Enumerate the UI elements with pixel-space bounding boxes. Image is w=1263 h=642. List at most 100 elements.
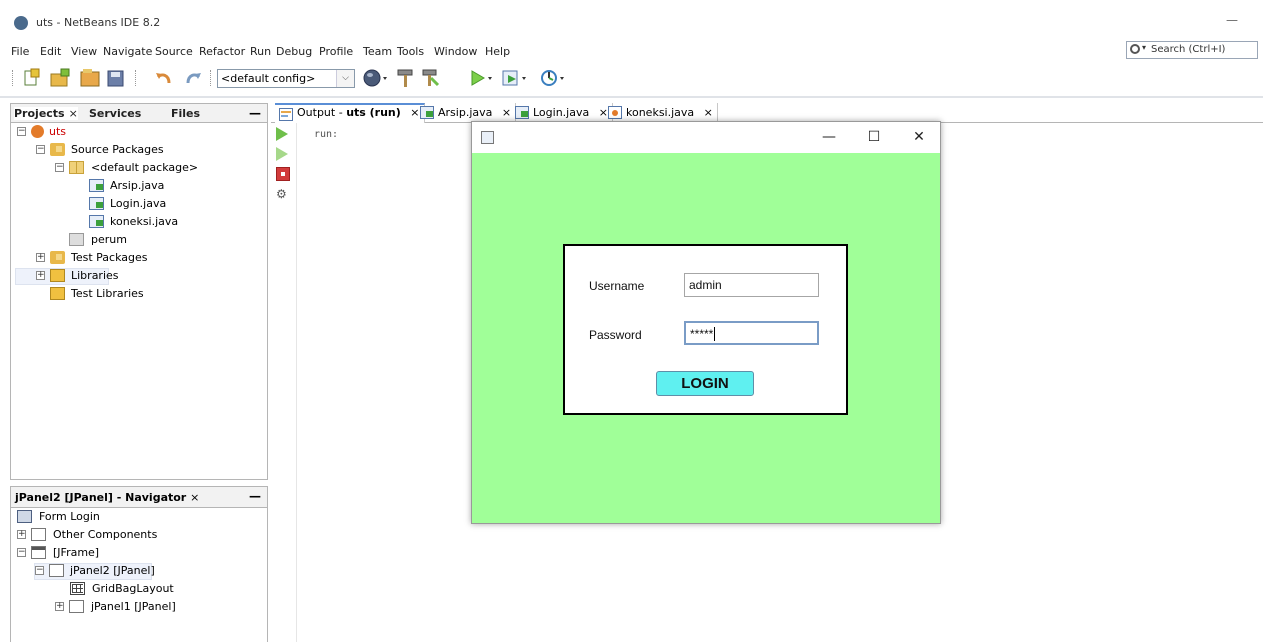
- collapse-icon[interactable]: −: [17, 127, 26, 136]
- nav-item-jpanel1[interactable]: + jPanel1 [JPanel]: [15, 599, 265, 616]
- rerun-with-params-button[interactable]: [276, 147, 290, 161]
- clean-build-button[interactable]: [420, 68, 442, 88]
- output-icon: [279, 108, 293, 121]
- tab-arsip-java[interactable]: Arsip.java ×: [416, 103, 517, 123]
- profile-project-button[interactable]: [540, 68, 564, 88]
- minimize-panel-button[interactable]: —: [249, 106, 261, 120]
- tree-item-label: Other Components: [53, 528, 158, 541]
- new-project-button[interactable]: [50, 68, 72, 88]
- collapse-icon[interactable]: −: [17, 548, 26, 557]
- tab-koneksi-label: koneksi.java: [626, 106, 695, 119]
- tab-output-label-bold: uts (run): [346, 106, 401, 119]
- collapse-icon[interactable]: −: [55, 163, 64, 172]
- rerun-button[interactable]: [276, 127, 290, 141]
- settings-icon[interactable]: ⚙: [276, 187, 290, 201]
- tree-item-label: perum: [91, 233, 127, 246]
- menu-file[interactable]: File: [11, 45, 29, 58]
- tree-item-login-java[interactable]: Login.java: [15, 196, 265, 213]
- menu-navigate[interactable]: Navigate: [103, 45, 152, 58]
- tree-item-libraries[interactable]: + Libraries: [15, 268, 119, 285]
- minimize-panel-button[interactable]: —: [249, 489, 261, 503]
- nav-item-gridbaglayout[interactable]: GridBagLayout: [15, 581, 265, 598]
- tree-item-default-package[interactable]: − <default package>: [15, 160, 265, 177]
- open-project-button[interactable]: [80, 68, 102, 88]
- menu-run[interactable]: Run: [250, 45, 271, 58]
- nav-item-other-components[interactable]: + Other Components: [15, 527, 265, 544]
- expand-icon[interactable]: +: [17, 530, 26, 539]
- login-maximize-button[interactable]: ☐: [862, 127, 886, 147]
- menu-debug[interactable]: Debug: [276, 45, 312, 58]
- package-empty-icon: [69, 233, 84, 246]
- tree-item-project-uts[interactable]: − uts: [15, 124, 265, 141]
- expand-icon[interactable]: +: [36, 253, 45, 262]
- close-icon[interactable]: ×: [190, 491, 199, 504]
- menu-source[interactable]: Source: [155, 45, 193, 58]
- tab-files[interactable]: Files: [171, 107, 200, 120]
- tree-item-test-libraries[interactable]: Test Libraries: [15, 286, 265, 303]
- tab-services[interactable]: Services: [89, 107, 141, 120]
- menu-team[interactable]: Team: [363, 45, 392, 58]
- set-project-config-button[interactable]: [363, 68, 387, 88]
- username-field[interactable]: admin: [684, 273, 819, 297]
- debug-project-button[interactable]: [502, 68, 526, 88]
- nav-item-jframe[interactable]: − [JFrame]: [15, 545, 265, 562]
- quick-search-input[interactable]: ▾ Search (Ctrl+I): [1126, 41, 1258, 59]
- search-placeholder: Search (Ctrl+I): [1151, 44, 1226, 55]
- save-all-button[interactable]: [106, 68, 128, 88]
- password-label: Password: [589, 328, 642, 342]
- window-titlebar: uts - NetBeans IDE 8.2 —: [0, 0, 1263, 40]
- build-project-button[interactable]: [395, 68, 417, 88]
- toolbar-separator: [12, 70, 13, 86]
- save-icon: [107, 70, 124, 87]
- new-file-button[interactable]: [22, 68, 44, 88]
- menu-tools[interactable]: Tools: [397, 45, 424, 58]
- close-icon[interactable]: ×: [502, 106, 511, 119]
- menu-help[interactable]: Help: [485, 45, 510, 58]
- menu-bar: File Edit View Navigate Source Refactor …: [0, 42, 1263, 62]
- tree-item-source-packages[interactable]: − Source Packages: [15, 142, 265, 159]
- menu-edit[interactable]: Edit: [40, 45, 61, 58]
- menu-refactor[interactable]: Refactor: [199, 45, 245, 58]
- redo-button[interactable]: [183, 68, 205, 88]
- undo-button[interactable]: [154, 68, 176, 88]
- profile-icon: [541, 70, 564, 86]
- nav-item-form-login[interactable]: Form Login: [15, 509, 265, 526]
- components-icon: [31, 528, 46, 541]
- navigator-header: jPanel2 [JPanel] - Navigator × —: [11, 487, 267, 508]
- expand-icon[interactable]: +: [55, 602, 64, 611]
- password-field[interactable]: *****: [684, 321, 819, 345]
- tree-item-arsip-java[interactable]: Arsip.java: [15, 178, 265, 195]
- tab-projects[interactable]: Projects ×: [14, 107, 78, 120]
- search-dropdown-caret: ▾: [1142, 43, 1147, 52]
- tree-item-perum[interactable]: perum: [15, 232, 265, 249]
- collapse-icon[interactable]: −: [35, 566, 44, 575]
- tree-item-label: Form Login: [39, 510, 100, 523]
- clean-build-icon: [422, 69, 440, 87]
- projects-panel: Projects × Services Files — − uts − Sourc…: [10, 103, 268, 480]
- undo-icon: [156, 73, 171, 84]
- nav-item-jpanel2[interactable]: − jPanel2 [JPanel]: [34, 563, 155, 580]
- chevron-down-icon: ⌵: [336, 70, 354, 87]
- collapse-icon[interactable]: −: [36, 145, 45, 154]
- menu-profile[interactable]: Profile: [319, 45, 353, 58]
- folder-icon: [50, 251, 65, 264]
- tab-koneksi-java[interactable]: koneksi.java ×: [604, 103, 718, 123]
- close-icon[interactable]: ×: [704, 106, 713, 119]
- tree-item-test-packages[interactable]: + Test Packages: [15, 250, 265, 267]
- new-project-icon: [50, 68, 70, 87]
- login-close-button[interactable]: ✕: [907, 127, 931, 147]
- stop-button[interactable]: [276, 167, 290, 181]
- tree-item-label: koneksi.java: [110, 215, 179, 228]
- login-minimize-button[interactable]: —: [817, 127, 841, 147]
- menu-window[interactable]: Window: [434, 45, 477, 58]
- menu-view[interactable]: View: [71, 45, 97, 58]
- close-icon[interactable]: ×: [69, 107, 78, 120]
- tab-output-uts-run[interactable]: Output - uts (run) ×: [275, 103, 425, 123]
- expand-icon[interactable]: +: [36, 271, 45, 280]
- config-select[interactable]: <default config> ⌵: [217, 69, 355, 88]
- tree-item-koneksi-java[interactable]: koneksi.java: [15, 214, 265, 231]
- run-project-button[interactable]: [470, 68, 492, 88]
- minimize-window-button[interactable]: —: [1225, 14, 1239, 28]
- login-button[interactable]: LOGIN: [656, 371, 754, 396]
- tab-login-java[interactable]: Login.java ×: [511, 103, 613, 123]
